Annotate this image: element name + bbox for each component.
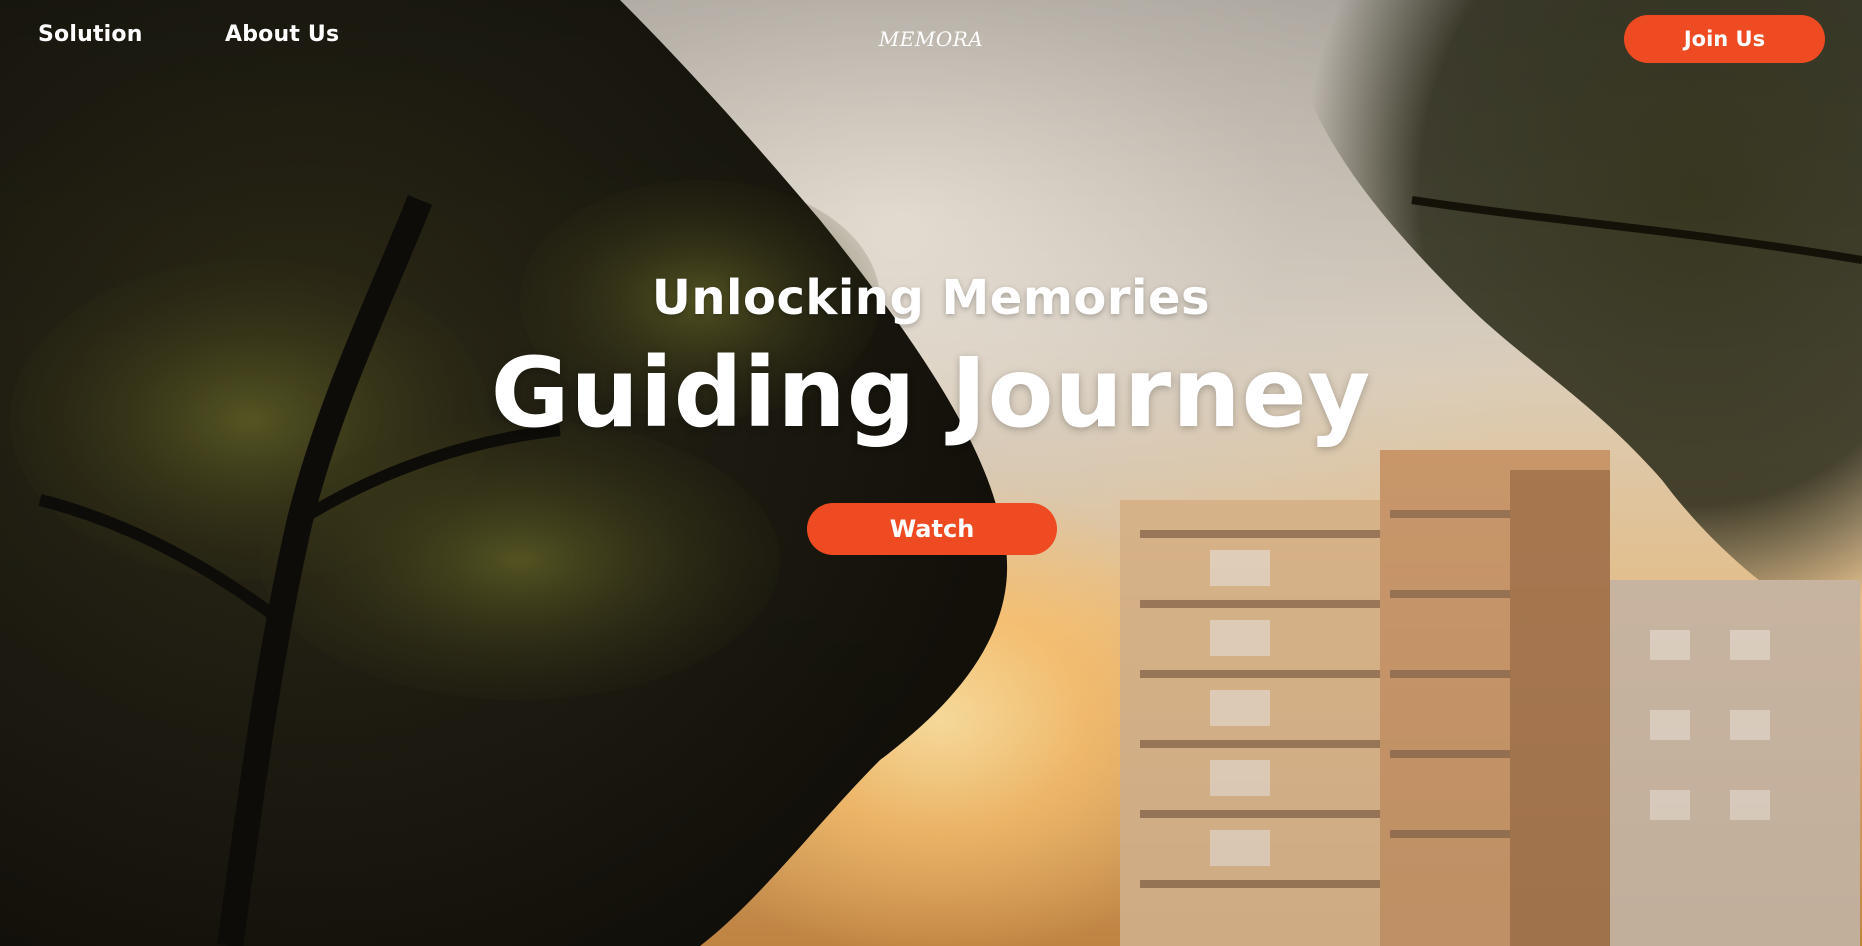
brand-logo[interactable]: MEMORA xyxy=(0,27,1862,51)
hero-subtitle: Unlocking Memories xyxy=(651,270,1211,326)
watch-button[interactable]: Watch xyxy=(807,503,1057,555)
tree-silhouette-left xyxy=(0,0,1008,946)
join-us-button[interactable]: Join Us xyxy=(1624,15,1825,63)
hero-title: Guiding Journey xyxy=(490,337,1372,449)
apartment-building xyxy=(1120,450,1860,946)
hero-section: Solution About Us MEMORA Join Us Unlocki… xyxy=(0,0,1862,946)
